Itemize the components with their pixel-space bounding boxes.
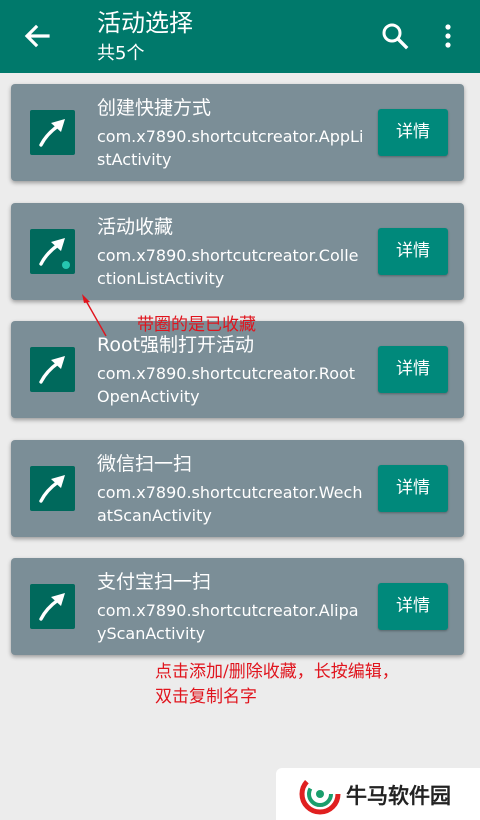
more-vert-icon [445,24,451,48]
favorite-dot-icon [62,261,70,269]
activity-class: com.x7890.shortcutcreator.WechatScanActi… [97,483,363,525]
activity-card[interactable]: 支付宝扫一扫 com.x7890.shortcutcreator.AlipaySc… [11,558,464,655]
watermark-logo [299,773,341,815]
arrow-left-icon [24,24,50,48]
activity-card[interactable]: 微信扫一扫 com.x7890.shortcutcreator.WechatSca… [11,440,464,537]
favorite-annotation: 带圈的是已收藏 [137,315,256,335]
search-button[interactable] [376,16,416,56]
detail-button[interactable]: 详情 [378,228,448,275]
activity-card[interactable]: 活动收藏 com.x7890.shortcutcreator.Collection… [11,203,464,300]
annotation-arrow [82,294,107,337]
activity-card[interactable]: 创建快捷方式 com.x7890.shortcutcreator.AppListA… [11,84,464,181]
shortcut-arrow-icon [30,466,75,511]
shortcut-arrow-icon [30,110,75,155]
detail-button[interactable]: 详情 [378,109,448,156]
detail-button[interactable]: 详情 [378,346,448,393]
more-options-button[interactable] [432,16,464,56]
detail-button[interactable]: 详情 [378,465,448,512]
detail-button[interactable]: 详情 [378,583,448,630]
app-bar: 活动选择 共5个 [0,0,480,73]
shortcut-arrow-icon [30,229,75,274]
shortcut-arrow-icon [30,347,75,392]
activity-name: 支付宝扫一扫 [97,571,212,593]
activity-class: com.x7890.shortcutcreator.RootOpenActivi… [97,364,356,406]
activity-name: 活动收藏 [97,216,174,238]
usage-annotation-line2: 双击复制名字 [155,687,257,707]
shortcut-arrow-icon [30,584,75,629]
usage-annotation-line1: 点击添加/删除收藏，长按编辑， [155,662,399,682]
page-subtitle: 共5个 [97,43,145,64]
activity-name: 创建快捷方式 [97,97,212,119]
activity-class: com.x7890.shortcutcreator.CollectionList… [97,246,359,288]
watermark: 牛马软件园 [276,768,480,820]
watermark-text: 牛马软件园 [346,784,451,808]
page-title: 活动选择 [97,9,193,37]
activity-name: 微信扫一扫 [97,453,193,475]
search-icon [382,23,409,50]
activity-class: com.x7890.shortcutcreator.AppListActivit… [97,127,364,169]
back-button[interactable] [16,16,60,56]
activity-class: com.x7890.shortcutcreator.AlipayScanActi… [97,601,359,643]
